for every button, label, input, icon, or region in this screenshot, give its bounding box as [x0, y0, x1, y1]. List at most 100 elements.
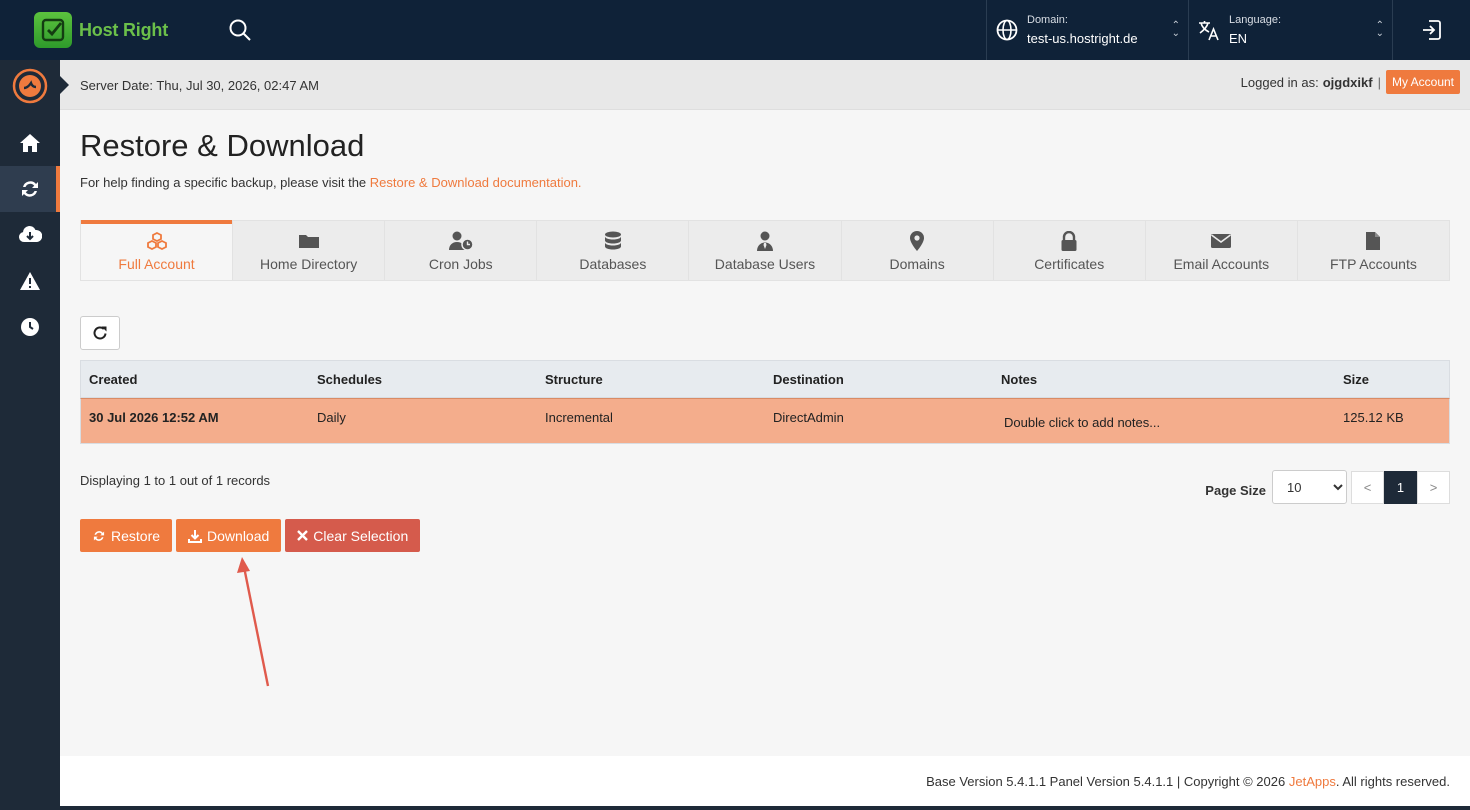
clock-icon	[21, 318, 39, 336]
sidebar-item-alerts[interactable]	[0, 258, 60, 304]
chevron-updown-icon: ⌃ ⌄	[1171, 20, 1180, 39]
tab-label: Email Accounts	[1173, 256, 1270, 272]
next-page-button[interactable]: >	[1417, 470, 1450, 504]
server-info-bar: Server Date: Thu, Jul 30, 2026, 02:47 AM…	[60, 60, 1470, 110]
download-icon	[188, 529, 203, 543]
tab-label: Full Account	[118, 256, 195, 272]
tab-home-directory[interactable]: Home Directory	[233, 221, 386, 280]
language-selector[interactable]: Language: EN ⌃ ⌄	[1188, 0, 1392, 60]
jetapps-link[interactable]: JetApps	[1289, 774, 1336, 789]
language-label: Language:	[1229, 14, 1281, 26]
cell-size: 125.12 KB	[1343, 410, 1404, 425]
restore-button[interactable]: Restore	[80, 519, 173, 552]
database-icon	[604, 231, 621, 250]
tab-label: Certificates	[1034, 256, 1105, 272]
home-icon	[20, 134, 40, 152]
clear-selection-label: Clear Selection	[313, 527, 409, 544]
column-header-created[interactable]: Created	[89, 372, 137, 387]
top-bar: Host Right Domain: test-us.hostright.de …	[0, 0, 1470, 60]
column-header-notes[interactable]: Notes	[1001, 372, 1037, 387]
cloud-download-icon	[19, 225, 42, 242]
globe-icon	[996, 19, 1018, 41]
language-value: EN	[1229, 31, 1248, 46]
tab-label: FTP Accounts	[1329, 256, 1417, 272]
tab-certificates[interactable]: Certificates	[994, 221, 1146, 280]
jetbackup-logo-icon[interactable]	[0, 60, 60, 112]
notch-decoration	[60, 76, 69, 94]
table-row[interactable]: 30 Jul 2026 12:52 AM Daily Incremental D…	[80, 398, 1450, 444]
sidebar-item-downloads[interactable]	[0, 212, 60, 258]
domain-selector[interactable]: Domain: test-us.hostright.de ⌃ ⌄	[986, 0, 1188, 60]
sidebar	[0, 60, 60, 810]
sidebar-item-queue[interactable]	[0, 304, 60, 350]
translate-icon	[1199, 21, 1219, 41]
domain-label: Domain:	[1027, 14, 1068, 26]
file-icon	[1366, 232, 1381, 250]
pagination: Page Size 10 < 1 >	[1205, 470, 1450, 504]
brand-name: Host Right	[79, 19, 168, 40]
sidebar-item-restore[interactable]	[0, 166, 60, 212]
column-header-structure[interactable]: Structure	[545, 372, 603, 387]
column-header-schedules[interactable]: Schedules	[317, 372, 382, 387]
page-title: Restore & Download	[80, 128, 365, 163]
refresh-button[interactable]	[80, 316, 120, 350]
restore-label: Restore	[111, 527, 161, 544]
user-clock-icon	[448, 231, 474, 251]
cell-destination: DirectAdmin	[773, 410, 844, 425]
cell-structure: Incremental	[545, 410, 613, 425]
close-icon	[297, 530, 309, 541]
tab-domains[interactable]: Domains	[842, 221, 994, 280]
user-tie-icon	[756, 231, 773, 251]
refresh-icon	[93, 326, 107, 340]
footer-suffix: . All rights reserved.	[1335, 774, 1450, 789]
envelope-icon	[1211, 234, 1232, 248]
cell-schedules: Daily	[317, 410, 346, 425]
sidebar-item-home[interactable]	[0, 120, 60, 166]
logged-in-info: Logged in as: ojgdxikf | My Account	[1241, 70, 1460, 94]
footer: Base Version 5.4.1.1 Panel Version 5.4.1…	[60, 756, 1470, 806]
folder-icon	[298, 235, 319, 248]
documentation-link[interactable]: Restore & Download documentation.	[370, 175, 582, 190]
search-icon[interactable]	[226, 16, 254, 44]
tab-database-users[interactable]: Database Users	[689, 221, 842, 280]
page-size-select[interactable]: 10	[1272, 470, 1347, 504]
my-account-button[interactable]: My Account	[1385, 70, 1460, 94]
warning-icon	[20, 272, 40, 290]
domain-value: test-us.hostright.de	[1027, 31, 1138, 46]
tab-label: Databases	[579, 256, 647, 272]
tab-label: Home Directory	[260, 256, 358, 272]
page-size-label: Page Size	[1205, 482, 1266, 498]
tab-label: Domains	[889, 256, 945, 272]
tab-ftp-accounts[interactable]: FTP Accounts	[1298, 221, 1449, 280]
cell-created: 30 Jul 2026 12:52 AM	[89, 410, 219, 425]
backups-table: Created Schedules Structure Destination …	[80, 360, 1450, 444]
clear-selection-button[interactable]: Clear Selection	[285, 519, 421, 552]
tab-email-accounts[interactable]: Email Accounts	[1146, 221, 1298, 280]
cubes-icon	[146, 232, 167, 250]
bottom-strip	[60, 806, 1470, 810]
tab-databases[interactable]: Databases	[537, 221, 690, 280]
tab-cron-jobs[interactable]: Cron Jobs	[385, 221, 538, 280]
sync-icon	[22, 181, 38, 197]
annotation-arrow	[237, 557, 270, 687]
prev-page-button[interactable]: <	[1351, 470, 1384, 504]
current-page-button[interactable]: 1	[1384, 470, 1417, 504]
cell-notes[interactable]: Double click to add notes...	[1004, 415, 1160, 430]
help-prefix: For help finding a specific backup, plea…	[80, 175, 367, 190]
records-count: Displaying 1 to 1 out of 1 records	[80, 473, 271, 488]
download-label: Download	[207, 527, 270, 544]
footer-copyright: Base Version 5.4.1.1 Panel Version 5.4.1…	[926, 774, 1286, 789]
tab-full-account[interactable]: Full Account	[81, 220, 234, 280]
column-header-size[interactable]: Size	[1343, 372, 1369, 387]
logout-icon[interactable]	[1392, 0, 1470, 60]
map-marker-icon	[910, 231, 925, 251]
footer-text: Base Version 5.4.1.1 Panel Version 5.4.1…	[926, 774, 1450, 789]
server-date: Server Date: Thu, Jul 30, 2026, 02:47 AM	[80, 78, 319, 93]
download-button[interactable]: Download	[176, 519, 282, 552]
brand-logo[interactable]: Host Right	[34, 12, 168, 48]
table-header: Created Schedules Structure Destination …	[80, 360, 1450, 398]
action-buttons: Restore Download Clear Selection	[80, 519, 424, 552]
lock-icon	[1061, 231, 1077, 251]
chevron-updown-icon: ⌃ ⌄	[1375, 20, 1384, 39]
column-header-destination[interactable]: Destination	[773, 372, 844, 387]
